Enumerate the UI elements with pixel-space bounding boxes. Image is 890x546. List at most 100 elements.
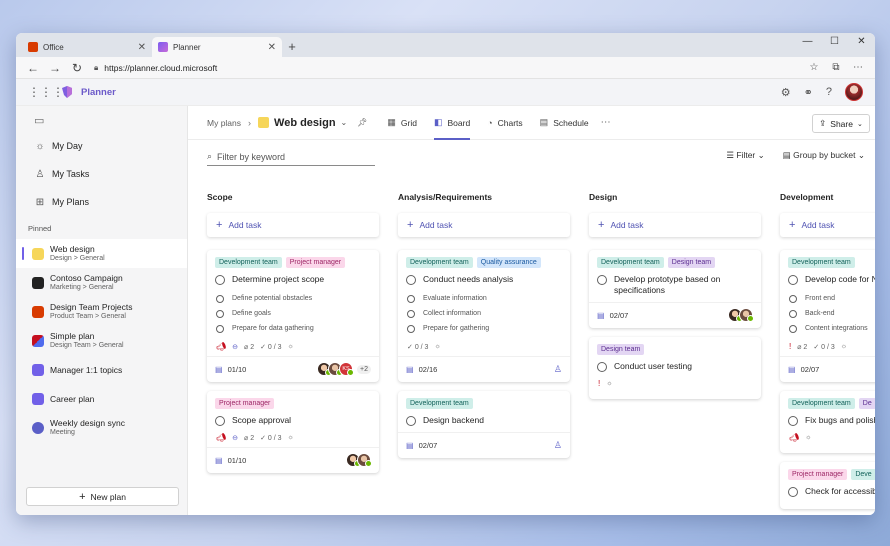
task-card[interactable]: Development team Design backend ▤ 02/07 ♙: [398, 391, 570, 458]
close-window-icon[interactable]: ✕: [848, 33, 875, 51]
filter-keyword-input[interactable]: ⌕ Filter by keyword: [207, 149, 375, 166]
complete-task-checkbox[interactable]: [215, 416, 225, 426]
new-plan-button[interactable]: + New plan: [26, 487, 179, 506]
checklist-checkbox[interactable]: [216, 294, 224, 303]
bucket-title[interactable]: Scope: [207, 192, 379, 206]
sidebar-item-my-plans[interactable]: ⊞ My Plans: [16, 188, 187, 216]
checklist-checkbox[interactable]: [216, 324, 224, 333]
address-bar[interactable]: 🔒︎ https://planner.cloud.microsoft: [88, 60, 803, 76]
add-task-button[interactable]: + Add task: [207, 213, 379, 237]
more-options-icon[interactable]: ⋯: [601, 117, 611, 128]
planner-logo-icon: [62, 86, 72, 98]
avatar[interactable]: [739, 308, 754, 322]
pinned-plan-manager[interactable]: Manager 1:1 topics: [16, 355, 187, 384]
tab-charts[interactable]: ◔ Charts: [487, 106, 522, 140]
tab-board[interactable]: ◧ Board: [433, 106, 471, 140]
add-task-button[interactable]: + Add task: [589, 213, 761, 237]
checklist-item[interactable]: Front end: [788, 291, 875, 306]
checklist-item[interactable]: Define goals: [215, 306, 371, 321]
checklist-checkbox[interactable]: [789, 309, 797, 318]
pin-icon[interactable]: 📌︎: [357, 118, 367, 127]
checklist-item[interactable]: Content integrations: [788, 321, 875, 336]
checklist-checkbox[interactable]: [216, 309, 224, 318]
bucket-title[interactable]: Analysis/Requirements: [398, 192, 570, 206]
refresh-icon[interactable]: ↻: [66, 61, 88, 75]
add-task-button[interactable]: + Add task: [398, 213, 570, 237]
checklist-checkbox[interactable]: [407, 294, 415, 303]
task-card[interactable]: Project manager Deve Check for accessibi: [780, 462, 875, 509]
task-card[interactable]: Project manager Scope approval 📣︎ ⊖ ⌀ 2 ✓ 0…: [207, 391, 379, 473]
maximize-icon[interactable]: ☐: [821, 33, 848, 51]
browser-tab-planner[interactable]: Planner ✕: [152, 37, 282, 57]
pinned-plan-weekly-sync[interactable]: Weekly design sync Meeting: [16, 413, 187, 442]
checklist-checkbox[interactable]: [407, 309, 415, 318]
browser-tab-bar: Office ✕ Planner ✕ + — ☐ ✕: [16, 33, 875, 57]
share-network-icon[interactable]: ⚭: [804, 86, 813, 99]
extensions-icon[interactable]: ⧉: [825, 62, 847, 73]
help-icon[interactable]: ?: [826, 86, 832, 98]
assign-person-icon[interactable]: ♙: [554, 364, 562, 375]
close-tab-icon[interactable]: ✕: [268, 42, 276, 53]
app-launcher-icon[interactable]: ⋮⋮⋮: [28, 85, 64, 99]
add-task-button[interactable]: + Add task: [780, 213, 875, 237]
complete-task-checkbox[interactable]: [788, 275, 798, 285]
task-card[interactable]: Development team De Fix bugs and polish 📣…: [780, 391, 875, 453]
bucket-title[interactable]: Design: [589, 192, 761, 206]
add-task-label: Add task: [610, 220, 644, 230]
chevron-down-icon[interactable]: ⌄: [341, 118, 348, 127]
pinned-plan-web-design[interactable]: Web design Design > General: [16, 239, 187, 268]
task-card[interactable]: Development team Quality assurance Conduc…: [398, 250, 570, 382]
complete-task-checkbox[interactable]: [597, 362, 607, 372]
tab-label: Board: [447, 117, 471, 128]
bucket-title[interactable]: Development: [780, 192, 875, 206]
complete-task-checkbox[interactable]: [406, 416, 416, 426]
more-assignees[interactable]: +2: [357, 364, 371, 374]
forward-icon[interactable]: →: [44, 61, 66, 75]
task-card[interactable]: Development team Develop code for N Fron…: [780, 250, 875, 382]
avatar[interactable]: [357, 453, 372, 467]
checklist-item[interactable]: Back-end: [788, 306, 875, 321]
minimize-icon[interactable]: —: [794, 33, 821, 51]
task-card[interactable]: Design team Conduct user testing ! ☼: [589, 337, 761, 399]
complete-task-checkbox[interactable]: [597, 275, 607, 285]
filter-button[interactable]: ☰ Filter ⌄: [726, 150, 764, 161]
pinned-plan-career[interactable]: Career plan: [16, 384, 187, 413]
complete-task-checkbox[interactable]: [788, 487, 798, 497]
checklist-checkbox[interactable]: [789, 294, 797, 303]
complete-task-checkbox[interactable]: [406, 275, 416, 285]
breadcrumb[interactable]: My plans: [207, 118, 241, 128]
sidebar-item-my-tasks[interactable]: ♙ My Tasks: [16, 160, 187, 188]
checklist-checkbox[interactable]: [407, 324, 415, 333]
tab-schedule[interactable]: ▤ Schedule: [540, 106, 589, 140]
checklist-item[interactable]: Evaluate information: [406, 291, 562, 306]
checklist-item[interactable]: Define potential obstacles: [215, 291, 371, 306]
pinned-plan-simple[interactable]: Simple plan Design Team > General: [16, 326, 187, 355]
pinned-plan-design-team[interactable]: Design Team Projects Product Team > Gener…: [16, 297, 187, 326]
tab-grid[interactable]: ▦ Grid: [387, 106, 417, 140]
settings-icon[interactable]: ⚙: [781, 86, 791, 99]
collapse-sidebar-icon[interactable]: ▭: [16, 114, 187, 132]
back-icon[interactable]: ←: [22, 61, 44, 75]
close-tab-icon[interactable]: ✕: [138, 42, 146, 53]
avatar[interactable]: KS: [339, 362, 355, 376]
share-button[interactable]: ⇪ Share ⌄: [812, 114, 870, 133]
favorite-star-icon[interactable]: ☆: [803, 62, 825, 73]
checklist-item[interactable]: Collect information: [406, 306, 562, 321]
checklist-checkbox[interactable]: [789, 324, 797, 333]
task-card[interactable]: Development team Project manager Determin…: [207, 250, 379, 382]
user-avatar[interactable]: [845, 83, 863, 101]
sidebar-item-my-day[interactable]: ☼ My Day: [16, 132, 187, 160]
new-tab-button[interactable]: +: [282, 39, 302, 54]
complete-task-checkbox[interactable]: [215, 275, 225, 285]
assign-person-icon[interactable]: ♙: [554, 440, 562, 451]
complete-task-checkbox[interactable]: [788, 416, 798, 426]
checklist-item[interactable]: Prepare for gathering: [406, 321, 562, 336]
group-by-button[interactable]: ▤ Group by bucket ⌄: [783, 150, 865, 161]
pinned-plan-contoso[interactable]: Contoso Campaign Marketing > General: [16, 268, 187, 297]
chart-icon: ◔: [487, 117, 493, 128]
task-card[interactable]: Development team Design team Develop prot…: [589, 250, 761, 328]
browser-tab-office[interactable]: Office ✕: [22, 37, 152, 57]
plan-title[interactable]: Web design: [274, 117, 336, 129]
more-icon[interactable]: ⋯: [847, 62, 869, 73]
checklist-item[interactable]: Prepare for data gathering: [215, 321, 371, 336]
